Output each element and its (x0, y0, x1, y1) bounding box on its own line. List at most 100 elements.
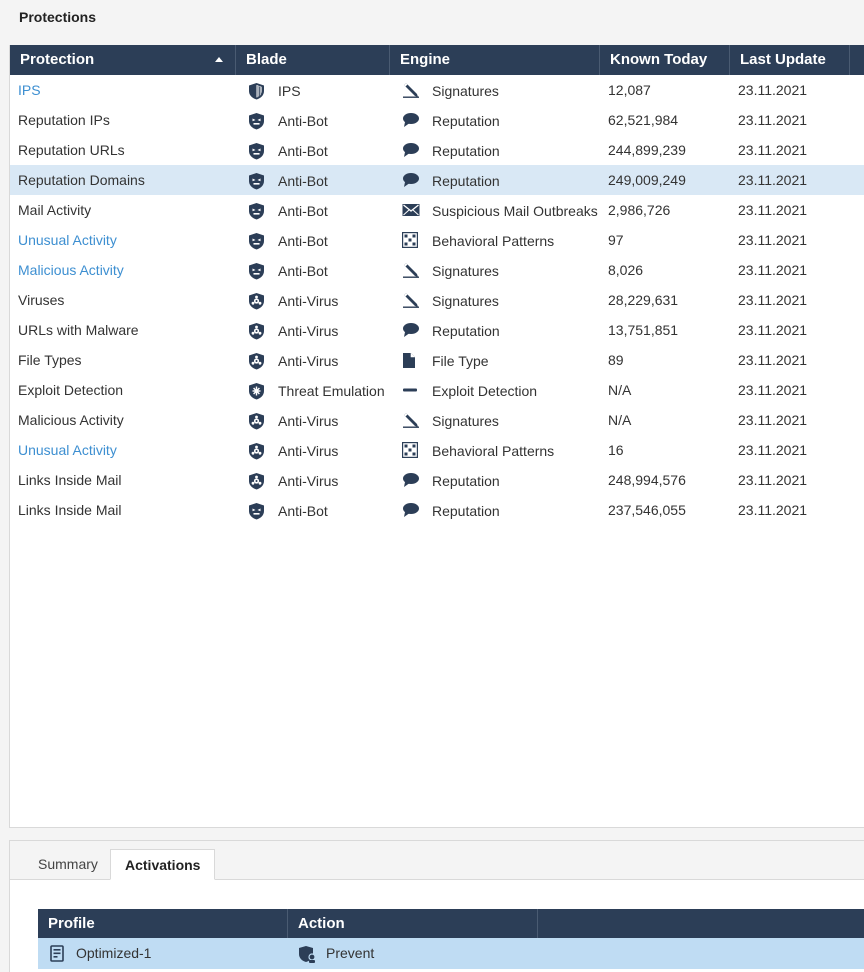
protection-name: URLs with Malware (18, 322, 139, 338)
dash-icon (402, 382, 420, 398)
last-update-value: 23.11.2021 (738, 232, 808, 248)
last-update-value: 23.11.2021 (738, 82, 808, 98)
protection-name[interactable]: Unusual Activity (18, 435, 117, 465)
known-today-value: 13,751,851 (608, 322, 679, 338)
protection-name: Malicious Activity (18, 412, 124, 428)
table-row[interactable]: Malicious Activity Anti-Bot Signatures 8,02… (10, 255, 864, 285)
column-header-action[interactable]: Action (288, 909, 538, 938)
engine-name: Reputation (432, 173, 500, 189)
page-title: Protections (19, 9, 97, 25)
blade-name: Anti-Bot (278, 203, 328, 219)
engine-name: Reputation (432, 503, 500, 519)
known-today-value: 62,521,984 (608, 112, 679, 128)
anti-virus-icon (248, 292, 265, 310)
speech-bubble-icon (402, 112, 420, 128)
threat-emulation-icon (248, 382, 265, 400)
action-value: Prevent (326, 945, 375, 961)
column-header-blade[interactable]: Blade (236, 45, 390, 75)
blade-name: Anti-Bot (278, 263, 328, 279)
anti-bot-icon (248, 202, 265, 220)
table-row[interactable]: Links Inside Mail Anti-Virus Reputation 248… (10, 465, 864, 495)
known-today-value: N/A (608, 382, 632, 398)
table-row[interactable]: Mail Activity Anti-Bot Suspicious Mail Out… (10, 195, 864, 225)
last-update-value: 23.11.2021 (738, 202, 808, 218)
engine-name: Behavioral Patterns (432, 233, 555, 249)
engine-name: Signatures (432, 293, 499, 309)
column-label: Engine (400, 51, 451, 68)
pencil-icon (402, 82, 420, 98)
table-row[interactable]: Links Inside Mail Anti-Bot Reputation 237,5… (10, 495, 864, 525)
protection-name: Links Inside Mail (18, 472, 122, 488)
table-row[interactable]: Unusual Activity Anti-Bot Behavioral Patte… (10, 225, 864, 255)
column-header-profile[interactable]: Profile (38, 909, 288, 938)
table-row[interactable]: Reputation IPs Anti-Bot Reputation 62,521,9… (10, 105, 864, 135)
protection-name: Reputation IPs (18, 112, 110, 128)
column-label: Profile (48, 915, 95, 932)
protection-name: Links Inside Mail (18, 502, 122, 518)
tab-summary[interactable]: Summary (24, 849, 112, 879)
speech-bubble-icon (402, 142, 420, 158)
engine-name: Exploit Detection (432, 383, 538, 399)
blade-name: Anti-Virus (278, 353, 339, 369)
speech-bubble-icon (402, 322, 420, 338)
anti-bot-icon (248, 232, 265, 250)
speech-bubble-icon (402, 502, 420, 518)
anti-virus-icon (248, 352, 265, 370)
table-row[interactable]: File Types Anti-Virus File Type 89 23.11.202… (10, 345, 864, 375)
engine-name: Reputation (432, 113, 500, 129)
profile-name: Optimized-1 (76, 945, 152, 961)
protection-name[interactable]: Unusual Activity (18, 225, 117, 255)
table-row[interactable]: URLs with Malware Anti-Virus Reputation 13,… (10, 315, 864, 345)
table-row[interactable]: Reputation URLs Anti-Bot Reputation 244,899… (10, 135, 864, 165)
tab-activations[interactable]: Activations (110, 849, 216, 880)
engine-name: File Type (432, 353, 489, 369)
table-row[interactable]: Exploit Detection Threat Emulation Exploit… (10, 375, 864, 405)
protection-name: Reputation Domains (18, 172, 145, 188)
protection-name[interactable]: Malicious Activity (18, 255, 124, 285)
blade-name: Anti-Bot (278, 503, 328, 519)
column-header-engine[interactable]: Engine (390, 45, 600, 75)
column-header-last-update[interactable]: Last Update (730, 45, 850, 75)
protection-name[interactable]: IPS (18, 75, 41, 105)
engine-name: Reputation (432, 323, 500, 339)
last-update-value: 23.11.2021 (738, 442, 808, 458)
pencil-icon (402, 262, 420, 278)
pattern-icon (402, 232, 420, 248)
ips-icon (248, 82, 265, 100)
blade-name: IPS (278, 83, 301, 99)
column-header-protection[interactable]: Protection (10, 45, 236, 75)
table-row[interactable]: IPS IPS Signatures 12,087 23.11.2021 (10, 75, 864, 105)
last-update-value: 23.11.2021 (738, 412, 808, 428)
column-label: Known Today (610, 51, 708, 68)
anti-virus-icon (248, 412, 265, 430)
activation-row[interactable]: Optimized-1 Prevent (38, 938, 864, 969)
last-update-value: 23.11.2021 (738, 112, 808, 128)
last-update-value: 23.11.2021 (738, 262, 808, 278)
anti-bot-icon (248, 172, 265, 190)
speech-bubble-icon (402, 472, 420, 488)
column-label: Blade (246, 51, 287, 68)
table-row[interactable]: Unusual Activity Anti-Virus Behavioral Pat… (10, 435, 864, 465)
blade-name: Anti-Bot (278, 173, 328, 189)
anti-bot-icon (248, 112, 265, 130)
speech-bubble-icon (402, 172, 420, 188)
pattern-icon (402, 442, 420, 458)
table-row[interactable]: Viruses Anti-Virus Signatures 28,229,631 23.… (10, 285, 864, 315)
file-icon (402, 352, 420, 368)
activations-header: Profile Action (38, 909, 864, 938)
column-label: Protection (20, 51, 95, 68)
known-today-value: 89 (608, 352, 624, 368)
engine-name: Signatures (432, 83, 499, 99)
engine-name: Reputation (432, 143, 500, 159)
known-today-value: 97 (608, 232, 624, 248)
last-update-value: 23.11.2021 (738, 352, 808, 368)
last-update-value: 23.11.2021 (738, 142, 808, 158)
table-row[interactable]: Reputation Domains Anti-Bot Reputation 249,… (10, 165, 864, 195)
details-pane: Summary Activations Profile Action Optim… (9, 840, 864, 972)
column-header-known-today[interactable]: Known Today (600, 45, 730, 75)
protection-name: Reputation URLs (18, 142, 125, 158)
sort-ascending-icon (215, 57, 223, 62)
table-row[interactable]: Malicious Activity Anti-Virus Signatures N/… (10, 405, 864, 435)
known-today-value: 8,026 (608, 262, 644, 278)
anti-virus-icon (248, 442, 265, 460)
